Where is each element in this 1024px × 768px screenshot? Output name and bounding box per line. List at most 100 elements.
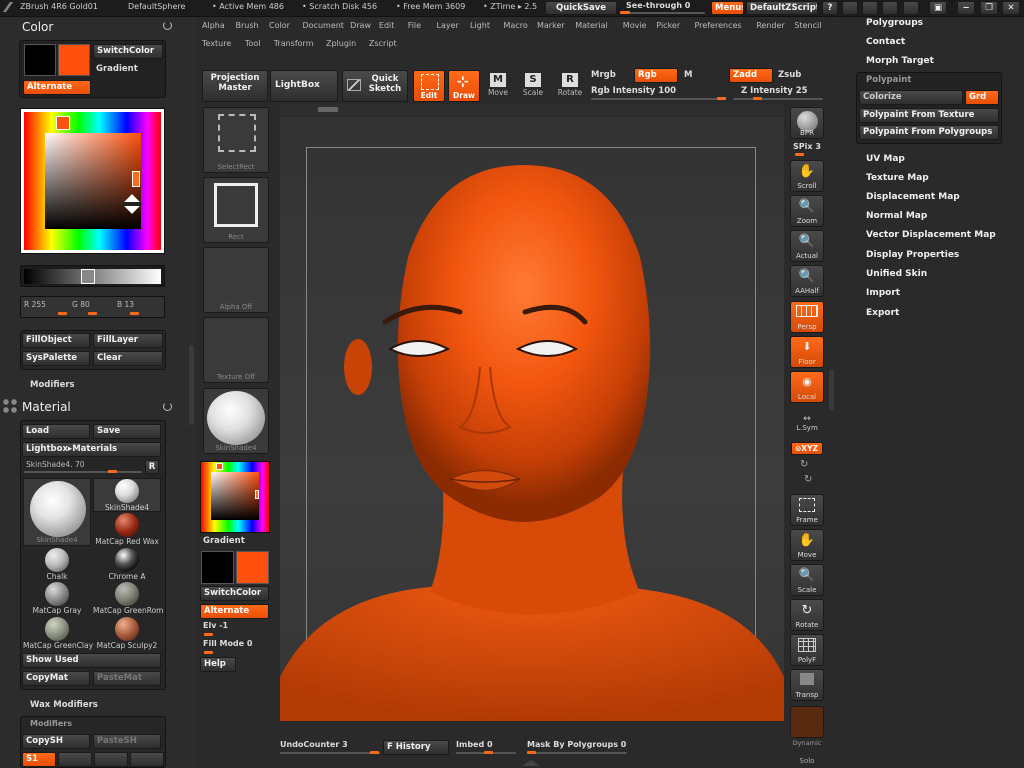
mask-by-polygroups-slider[interactable]: Mask By Polygroups 0 <box>527 740 626 749</box>
local-button[interactable]: ◉ Local <box>790 371 824 403</box>
transp-button[interactable]: Transp <box>790 669 824 701</box>
layout-icon-4[interactable] <box>903 1 919 15</box>
solo-label[interactable]: Solo <box>790 757 824 765</box>
contact-menu[interactable]: Contact <box>866 37 905 47</box>
z-intensity-slider[interactable]: Z Intensity 25 <box>741 86 808 96</box>
color-picker[interactable] <box>20 108 165 254</box>
blue-slider-knob[interactable] <box>130 312 139 315</box>
mini-hue-marker[interactable] <box>216 463 223 470</box>
z-intensity-track[interactable] <box>733 98 823 100</box>
rect-tile[interactable]: Rect <box>203 177 269 243</box>
restore-icon[interactable]: ❐ <box>980 1 998 15</box>
shelf-primary-swatch[interactable] <box>201 551 234 584</box>
copymat-button[interactable]: CopyMat <box>22 671 90 686</box>
import-menu[interactable]: Import <box>866 288 900 298</box>
aahalf-button[interactable]: 🔍 AAHalf <box>790 265 824 297</box>
shelf-secondary-swatch[interactable] <box>236 551 269 584</box>
polygroups-menu[interactable]: Polygroups <box>866 18 923 28</box>
menu-color[interactable]: Color <box>269 21 290 30</box>
material-panel-refresh-icon[interactable] <box>163 402 172 411</box>
hue-marker[interactable] <box>56 116 70 130</box>
active-material-preview[interactable]: SkinShade4 <box>23 478 91 546</box>
rotate-y-icon[interactable]: ↻ <box>800 459 808 470</box>
s4-button[interactable] <box>130 752 164 767</box>
frame-button[interactable]: Frame <box>790 494 824 526</box>
fillobject-button[interactable]: FillObject <box>22 333 90 348</box>
rotate-z-icon[interactable]: ↻ <box>804 474 812 485</box>
skinshade-slider[interactable]: SkinShade4. 70 <box>26 460 85 469</box>
menu-macro[interactable]: Macro <box>504 21 528 30</box>
mini-color-picker[interactable] <box>200 461 270 533</box>
menu-layer[interactable]: Layer <box>437 21 459 30</box>
sv-marker[interactable] <box>132 171 140 187</box>
menu-edit[interactable]: Edit <box>379 21 395 30</box>
material-swatch[interactable]: MatCap Sculpy2 <box>93 617 161 651</box>
color-panel-title[interactable]: Color <box>22 20 53 34</box>
skinshade-slider-knob[interactable] <box>108 470 117 473</box>
normal-map-menu[interactable]: Normal Map <box>866 211 927 221</box>
imbed-knob[interactable] <box>484 751 493 754</box>
move-button[interactable]: M Move <box>483 70 513 102</box>
lsym-button[interactable]: ↔ L.Sym <box>792 414 822 438</box>
menu-movie[interactable]: Movie <box>623 21 647 30</box>
menu-draw[interactable]: Draw <box>350 21 371 30</box>
scale-view-button[interactable]: 🔍 Scale <box>790 564 824 596</box>
right-tray-collapse-handle[interactable] <box>829 370 834 410</box>
uv-map-menu[interactable]: UV Map <box>866 154 905 164</box>
layout-icon-3[interactable] <box>882 1 898 15</box>
scale-button[interactable]: S Scale <box>518 70 548 102</box>
zadd-toggle[interactable]: Zadd <box>729 68 773 83</box>
morph-target-menu[interactable]: Morph Target <box>866 56 934 66</box>
mini-sv-marker[interactable] <box>255 490 259 499</box>
m-toggle[interactable]: M <box>684 70 692 80</box>
see-through-track[interactable] <box>620 12 705 14</box>
scroll-button[interactable]: ✋ Scroll <box>790 160 824 192</box>
minimize-icon[interactable]: − <box>957 1 975 15</box>
left-tray-collapse-handle[interactable] <box>189 345 194 425</box>
palette-dots-icon[interactable] <box>2 398 18 414</box>
quicksave-button[interactable]: QuickSave <box>545 1 617 15</box>
menu-alpha[interactable]: Alpha <box>202 21 225 30</box>
switchcolor-button[interactable]: SwitchColor <box>93 44 163 59</box>
polypaint-from-texture-button[interactable]: Polypaint From Texture <box>859 108 999 123</box>
pastemat-button[interactable]: PasteMat <box>93 671 161 686</box>
undo-counter-track[interactable] <box>280 752 380 754</box>
alternate-button[interactable]: Alternate <box>23 80 91 95</box>
unified-skin-menu[interactable]: Unified Skin <box>866 269 927 279</box>
menu-file[interactable]: File <box>408 21 421 30</box>
red-slider-knob[interactable] <box>58 312 67 315</box>
shelf-switchcolor-button[interactable]: SwitchColor <box>200 586 269 601</box>
menu-preferences[interactable]: Preferences <box>695 21 742 30</box>
menu-stencil[interactable]: Stencil <box>794 21 821 30</box>
select-rect-tile[interactable]: SelectRect <box>203 107 269 173</box>
red-value[interactable]: R 255 <box>24 300 46 309</box>
syspalette-button[interactable]: SysPalette <box>22 351 90 366</box>
layout-icon-2[interactable] <box>862 1 878 15</box>
secondary-color-swatch[interactable] <box>58 44 90 76</box>
menu-picker[interactable]: Picker <box>656 21 680 30</box>
xyz-button[interactable]: ⊙XYZ <box>791 442 823 455</box>
bpr-button[interactable]: BPR <box>790 107 824 139</box>
vector-displacement-map-menu[interactable]: Vector Displacement Map <box>866 230 996 240</box>
rgb-intensity-track[interactable] <box>591 98 726 100</box>
grayscale-knob[interactable] <box>81 269 95 284</box>
colorize-button[interactable]: Colorize <box>859 90 963 105</box>
spix-slider[interactable]: SPix 3 <box>793 142 821 151</box>
shelf-alternate-button[interactable]: Alternate <box>200 604 269 619</box>
mask-by-polygroups-track[interactable] <box>527 752 627 754</box>
skinshade-slider-track[interactable] <box>24 471 142 473</box>
gradient-toggle[interactable]: Gradient <box>96 64 138 74</box>
material-swatch[interactable]: MatCap Red Wax <box>93 513 161 547</box>
material-modifiers[interactable]: Modifiers <box>30 719 72 728</box>
see-through-knob[interactable] <box>620 11 630 14</box>
blue-value[interactable]: B 13 <box>117 300 134 309</box>
wax-modifiers[interactable]: Wax Modifiers <box>30 700 98 710</box>
close-icon[interactable]: ✕ <box>1002 1 1020 15</box>
move-view-button[interactable]: ✋ Move <box>790 529 824 561</box>
undo-counter-slider[interactable]: UndoCounter 3 <box>280 740 348 749</box>
actual-button[interactable]: 🔍 Actual <box>790 230 824 262</box>
material-panel-title[interactable]: Material <box>22 400 71 414</box>
material-swatch[interactable]: Chalk <box>23 548 91 582</box>
rotate-view-button[interactable]: ↻ Rotate <box>790 599 824 631</box>
polyf-button[interactable]: PolyF <box>790 634 824 666</box>
